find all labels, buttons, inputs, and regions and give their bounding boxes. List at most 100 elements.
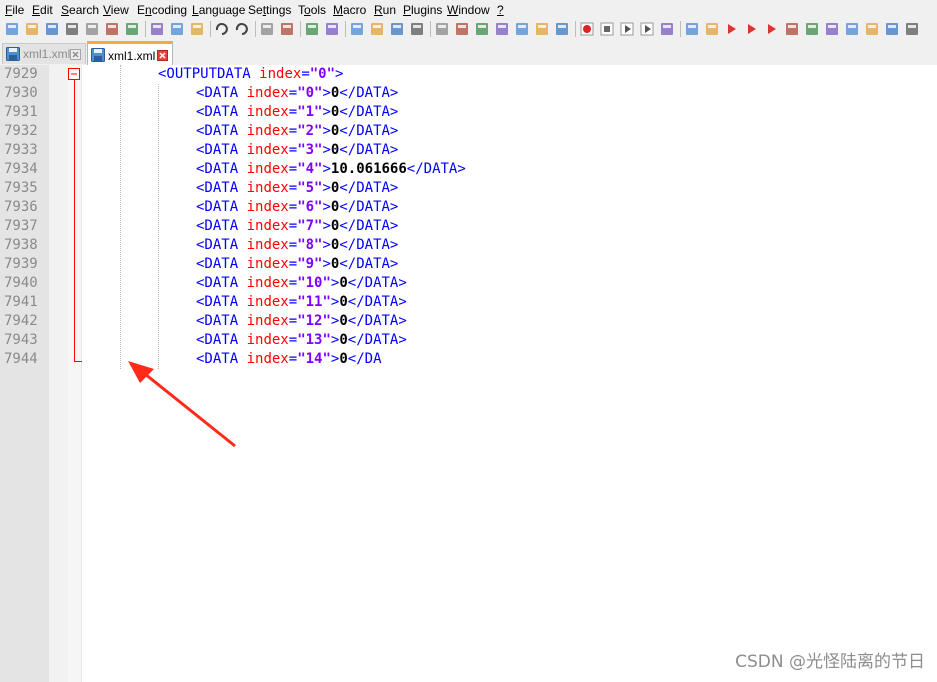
menu-tools[interactable]: Tools [298,1,326,19]
word-wrap-icon[interactable] [389,21,405,37]
tab-xml1-active[interactable]: xml1.xml [87,41,173,65]
xml-tag-end: </DATA> [339,142,399,158]
compare-icon[interactable] [804,21,820,37]
xml-tag-open: <DATA [196,123,239,139]
code-line[interactable]: 7937 <DATA index="7">0</DATA> [0,217,937,236]
xml-tag-end: </DA [347,351,382,367]
menu-plugins[interactable]: Plugins [403,1,442,19]
stop-recording-icon[interactable] [599,21,615,37]
close-icon[interactable] [84,21,100,37]
line-number: 7939 [4,256,38,272]
xml-text-content: 0 [339,275,348,291]
xml-tag-end: </DATA> [339,123,399,139]
line-number: 7930 [4,85,38,101]
find-icon[interactable] [259,21,275,37]
folder-workspace-icon[interactable] [514,21,530,37]
code-line[interactable]: 7943 <DATA index="13">0</DATA> [0,331,937,350]
zoom-out-icon[interactable] [324,21,340,37]
prev-bookmark-icon[interactable] [724,21,740,37]
sync-vertical-icon[interactable] [349,21,365,37]
menu-run[interactable]: Run [374,1,396,19]
next-bookmark-icon[interactable] [744,21,760,37]
code-line[interactable]: 7938 <DATA index="8">0</DATA> [0,236,937,255]
xml-attr-value: "3" [297,142,323,158]
doc-map-icon[interactable] [474,21,490,37]
code-line[interactable]: 7942 <DATA index="12">0</DATA> [0,312,937,331]
clear-icon[interactable] [824,21,840,37]
xml-tag-close: > [322,85,331,101]
menu-search[interactable]: Search [61,1,99,19]
monitoring-icon[interactable] [554,21,570,37]
document-switcher-icon[interactable] [534,21,550,37]
plugin-1-icon[interactable] [844,21,860,37]
close-all-icon[interactable] [104,21,120,37]
xml-attribute: index [246,294,289,310]
code-line[interactable]: 7929 <OUTPUTDATA index="0"> [0,65,937,84]
mark-all-icon[interactable] [784,21,800,37]
code-line[interactable]: 7934 <DATA index="4">10.061666</DATA> [0,160,937,179]
code-line[interactable]: 7940 <DATA index="10">0</DATA> [0,274,937,293]
save-all-icon[interactable] [64,21,80,37]
code-line[interactable]: 7931 <DATA index="1">0</DATA> [0,103,937,122]
spell-check-icon[interactable] [704,21,720,37]
zoom-in-icon[interactable] [304,21,320,37]
save-macro-icon[interactable] [659,21,675,37]
toolbar-separator [345,21,346,37]
copy-icon[interactable] [169,21,185,37]
record-macro-icon[interactable] [579,21,595,37]
save-icon[interactable] [44,21,60,37]
code-line[interactable]: 7941 <DATA index="11">0</DATA> [0,293,937,312]
menu-encoding[interactable]: Encoding [137,1,187,19]
xml-equals: = [288,256,298,272]
function-list-icon[interactable] [494,21,510,37]
xml-text-content: 0 [339,351,348,367]
plugin-4-icon[interactable] [904,21,920,37]
code-line[interactable]: 7932 <DATA index="2">0</DATA> [0,122,937,141]
code-line[interactable]: 7939 <DATA index="9">0</DATA> [0,255,937,274]
xml-tag-close: > [322,161,331,177]
xml-tag-close: > [322,180,331,196]
menu-macro[interactable]: Macro [333,1,366,19]
open-file-icon[interactable] [24,21,40,37]
xml-equals: = [288,123,298,139]
show-all-chars-icon[interactable] [409,21,425,37]
plugin-3-icon[interactable] [884,21,900,37]
print-icon[interactable] [124,21,140,37]
xml-tag-end: </DATA> [347,332,407,348]
launch-icon[interactable] [684,21,700,37]
bookmark-icon[interactable] [764,21,780,37]
code-line[interactable]: 7936 <DATA index="6">0</DATA> [0,198,937,217]
code-line[interactable]: 7935 <DATA index="5">0</DATA> [0,179,937,198]
xml-attr-value: "0" [297,85,323,101]
menu-view[interactable]: View [103,1,129,19]
paste-icon[interactable] [189,21,205,37]
line-number: 7944 [4,351,38,367]
close-tab-icon[interactable] [70,49,81,60]
xml-attribute: index [246,237,289,253]
menu-edit[interactable]: Edit [32,1,53,19]
undo-icon[interactable] [214,21,230,37]
new-file-icon[interactable] [4,21,20,37]
menu-file[interactable]: File [5,1,24,19]
user-lang-icon[interactable] [454,21,470,37]
close-tab-icon[interactable] [157,50,168,61]
play-macro-icon[interactable] [619,21,635,37]
xml-tag-close: > [322,104,331,120]
tab-xml1-inactive[interactable]: xml1.xml [2,43,86,64]
editor[interactable]: 7929 <OUTPUTDATA index="0"> 7930 <DATA inde… [0,65,937,682]
xml-attr-value: "13" [297,332,331,348]
replace-icon[interactable] [279,21,295,37]
menu-settings[interactable]: Settings [248,1,291,19]
redo-icon[interactable] [234,21,250,37]
menu-help[interactable]: ? [497,1,504,19]
indent-guide-icon[interactable] [434,21,450,37]
plugin-2-icon[interactable] [864,21,880,37]
cut-icon[interactable] [149,21,165,37]
code-line[interactable]: 7930 <DATA index="0">0</DATA> [0,84,937,103]
code-line[interactable]: 7933 <DATA index="3">0</DATA> [0,141,937,160]
play-multiple-icon[interactable] [639,21,655,37]
menu-language[interactable]: Language [192,1,245,19]
xml-equals: = [288,294,298,310]
sync-horizontal-icon[interactable] [369,21,385,37]
menu-window[interactable]: Window [447,1,490,19]
